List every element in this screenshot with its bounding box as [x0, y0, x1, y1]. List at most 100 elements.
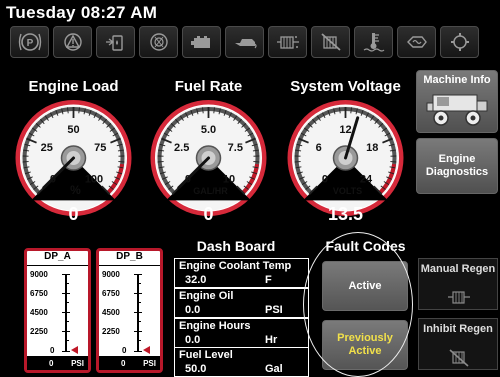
dp-tick [134, 351, 142, 352]
dial-tick-label: 5.0 [201, 124, 216, 136]
dashboard-item-unit: Hr [265, 334, 278, 346]
dp-minor-tick [137, 321, 141, 322]
dp-tick-label: 4500 [30, 308, 48, 317]
dp-tick [134, 293, 142, 294]
air-filter-icon[interactable] [139, 26, 178, 58]
dp-a-scale: 9000 6750 4500 2250 0 [30, 268, 88, 356]
inhibit-regen-label: Inhibit Regen [423, 323, 493, 335]
dashboard-item-coolant-temp: Engine Coolant Temp 32.0 F [174, 258, 309, 288]
dp-b-unit: PSI [143, 358, 156, 368]
fault-codes-title: Fault Codes [325, 238, 406, 254]
dp-b-scale: 9000 6750 4500 2250 0 [102, 268, 160, 356]
dp-a-footer: 0 PSI [27, 356, 88, 370]
gauge-panel: Engine Load 0 25 50 75 100% 0 Fuel Rate 0 2.5… [0, 70, 415, 230]
gauge-title: System Voltage [290, 78, 401, 95]
dp-tick [62, 293, 70, 294]
fuel-rate-dial: 02.55.07.510GAL/HR [150, 100, 267, 216]
dial-tick-label: 18 [366, 142, 378, 154]
dial-unit-label: GAL/HR [193, 186, 228, 196]
dp-b-pointer [143, 346, 150, 354]
gauge-title: Engine Load [28, 78, 119, 95]
previously-active-faults-button[interactable]: Previously Active [322, 320, 408, 370]
dashboard-item-value: 0.0 [185, 304, 201, 316]
dp-tick-label: 2250 [30, 327, 48, 336]
gauge-title: Fuel Rate [174, 78, 243, 95]
dpf-regen-icon [448, 291, 470, 304]
engine-load-gauge: Engine Load 0255075100% 0 [6, 70, 141, 230]
warning-triangle-icon[interactable] [53, 26, 92, 58]
dial-tick-label: 75 [94, 142, 106, 154]
manual-regen-button[interactable]: Manual Regen [418, 258, 498, 310]
dp-tick [134, 274, 142, 275]
manual-regen-label: Manual Regen [420, 263, 496, 275]
dial-unit-label: VOLTS [333, 186, 362, 196]
dp-minor-tick [137, 302, 141, 303]
dashboard-item-engine-oil: Engine Oil 0.0 PSI [174, 288, 309, 318]
dp-tick [62, 274, 70, 275]
dp-minor-tick [65, 321, 69, 322]
inhibit-regen-button[interactable]: Inhibit Regen [418, 318, 498, 370]
dp-tick-label: 9000 [102, 270, 120, 279]
parking-brake-icon[interactable]: P [10, 26, 49, 58]
dial-tick-label: 2.5 [174, 142, 189, 154]
dashboard-item-name: Engine Coolant Temp [179, 260, 292, 272]
dp-minor-tick [65, 340, 69, 341]
dp-a-title: DP_A [27, 251, 88, 266]
fuel-rate-gauge: Fuel Rate 02.55.07.510GAL/HR 0 [141, 70, 276, 230]
dial-tick-label: 24 [360, 174, 373, 186]
dp-a-unit: PSI [71, 358, 84, 368]
dashboard-item-name: Engine Hours [179, 320, 251, 332]
dial-tick-label: 6 [316, 142, 322, 154]
glow-plug-icon[interactable] [397, 26, 436, 58]
dp-tick [134, 312, 142, 313]
oil-pressure-icon[interactable] [225, 26, 264, 58]
dp-tick-label: 4500 [102, 308, 120, 317]
dpf-disabled-icon[interactable] [311, 26, 350, 58]
engine-check-icon[interactable] [440, 26, 479, 58]
dashboard-item-value: 0.0 [185, 334, 201, 346]
active-faults-label: Active [348, 279, 382, 292]
dashboard-item-fuel-level: Fuel Level 50.0 Gal [174, 347, 309, 377]
machine-info-button[interactable]: Machine Info [416, 70, 498, 133]
engine-diagnostics-label: Engine Diagnostics [425, 153, 489, 178]
coolant-temp-icon[interactable] [354, 26, 393, 58]
engine-load-readout: 0 [68, 204, 79, 224]
engine-diagnostics-button[interactable]: Engine Diagnostics [416, 138, 498, 194]
machine-info-label: Machine Info [423, 74, 491, 86]
dp-a-value: 0 [49, 358, 54, 368]
system-voltage-gauge: System Voltage 0 6 12 18 24 VOLTS 13.5 [278, 70, 413, 230]
dashboard-item-name: Engine Oil [179, 290, 234, 302]
dashboard-item-value: 50.0 [185, 363, 207, 375]
dashboard-item-name: Fuel Level [179, 349, 233, 361]
dashboard-item-unit: F [265, 274, 272, 286]
dp-a-pointer [71, 346, 78, 354]
fuel-filter-water-icon[interactable] [96, 26, 135, 58]
previously-active-label: Previously Active [337, 332, 393, 357]
dashboard-item-engine-hours: Engine Hours 0.0 Hr [174, 318, 309, 348]
dpf-icon[interactable] [268, 26, 307, 58]
battery-charge-icon[interactable] [182, 26, 221, 58]
dashboard-item-unit: PSI [265, 304, 283, 316]
dp-b-footer: 0 PSI [99, 356, 160, 370]
dial-tick-label: 25 [41, 142, 53, 154]
dial-tick-label: 100 [85, 174, 103, 186]
active-faults-button[interactable]: Active [322, 261, 408, 311]
dashboard-item-value: 32.0 [185, 274, 207, 286]
dp-minor-tick [65, 302, 69, 303]
dial-tick-label: 10 [223, 174, 235, 186]
dp-tick-label: 6750 [30, 289, 48, 298]
dp-b-value: 0 [121, 358, 126, 368]
date-time: Tuesday 08:27 AM [6, 3, 158, 22]
engine-load-dial: 0255075100% [15, 100, 132, 216]
dp-minor-tick [137, 340, 141, 341]
machine-icon [426, 94, 488, 126]
system-voltage-readout: 13.5 [327, 204, 364, 224]
dial-tick-label: 50 [67, 124, 79, 136]
dp-tick [134, 331, 142, 332]
dial-tick-label: 12 [339, 124, 351, 136]
dp-b-gauge: DP_B 9000 6750 4500 2250 0 0 PSI [96, 248, 163, 373]
dp-tick-label: 9000 [30, 270, 48, 279]
dp-tick [62, 331, 70, 332]
dp-minor-tick [137, 283, 141, 284]
dp-a-gauge: DP_A 9000 6750 4500 2250 0 0 PSI [24, 248, 91, 373]
